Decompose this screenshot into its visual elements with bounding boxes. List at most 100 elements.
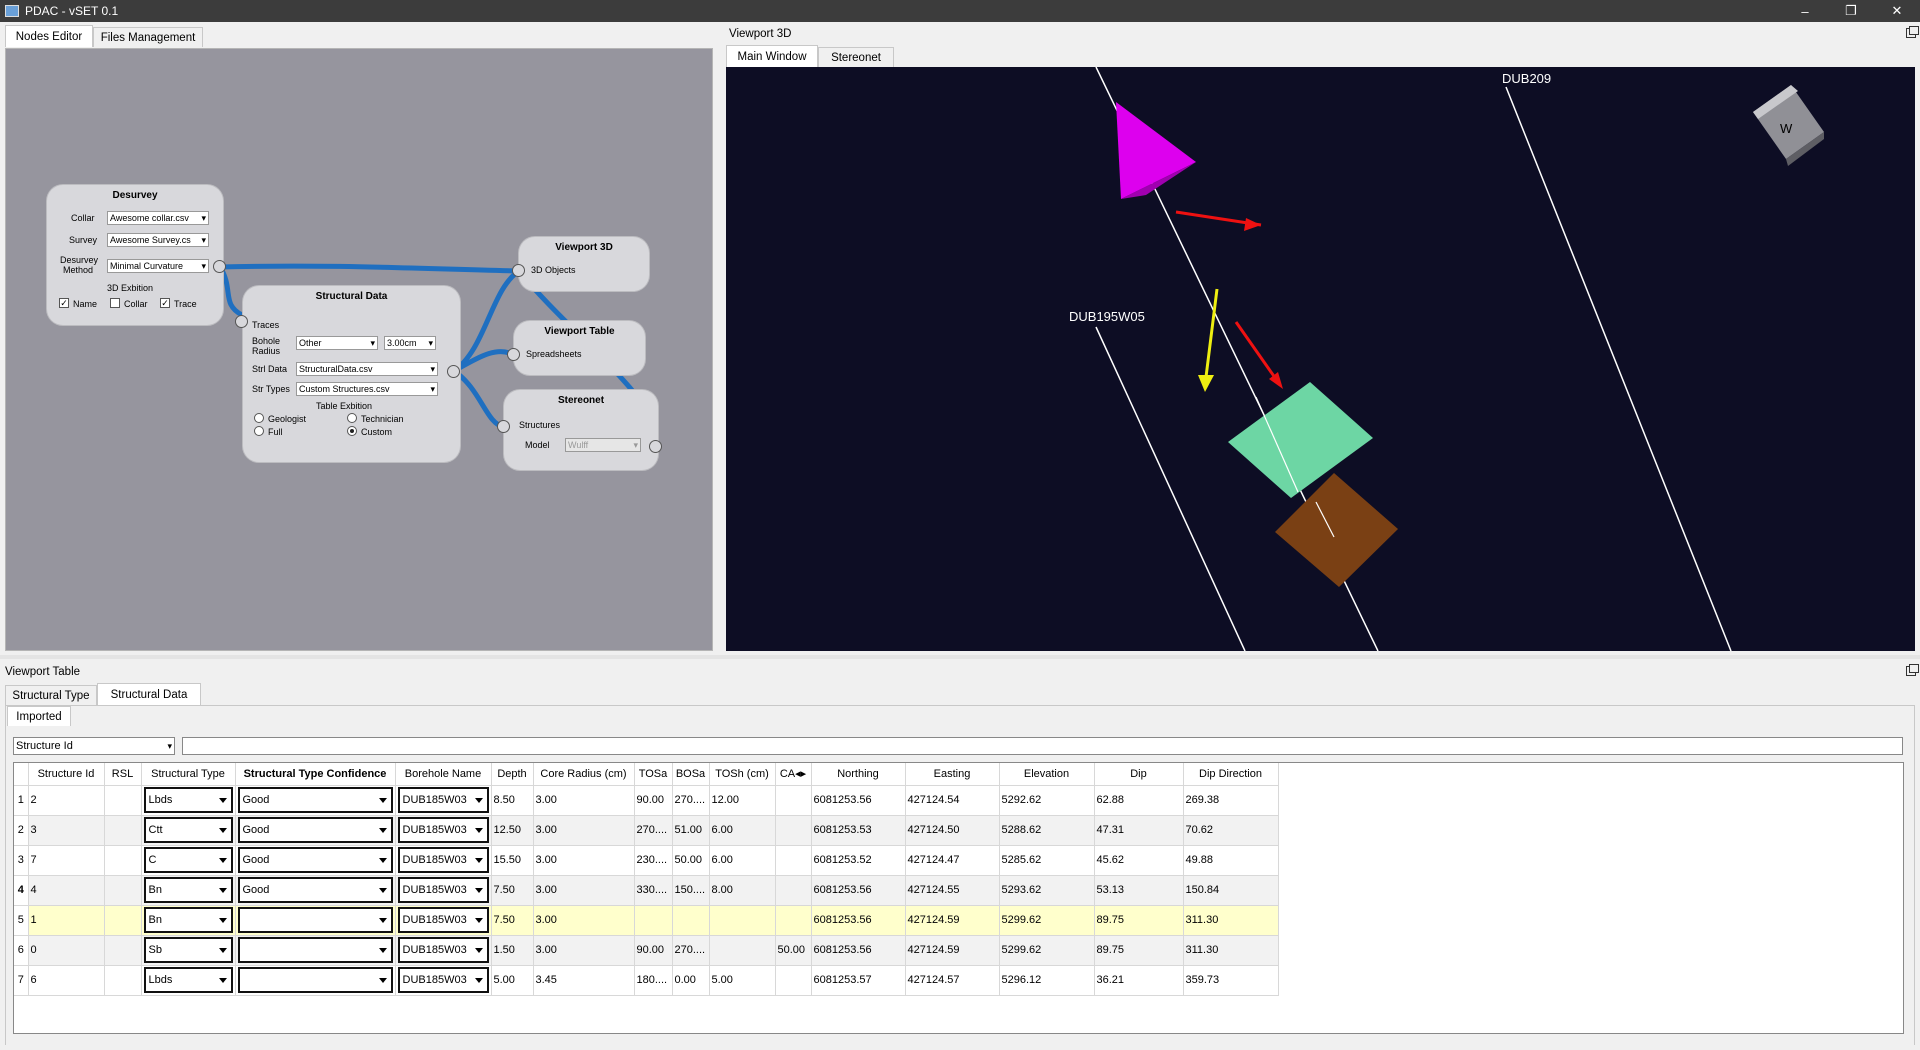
cell-tosh[interactable]: 8.00	[709, 875, 776, 906]
cell-northing[interactable]: 6081253.56	[811, 905, 906, 936]
cell-elevation[interactable]: 5285.62	[999, 845, 1095, 876]
col-header[interactable]: TOSa	[634, 763, 673, 786]
cell-rsl[interactable]	[104, 875, 142, 906]
custom-radio[interactable]	[347, 426, 357, 436]
borehole-radius-combo[interactable]: Other	[296, 336, 378, 350]
col-header[interactable]: Depth	[491, 763, 534, 786]
table-row-selected[interactable]: 5 1 Bn DUB185W03 7.50 3.00 6081253.56 42…	[14, 905, 1279, 936]
cell-dip-direction[interactable]: 70.62	[1183, 815, 1279, 846]
cell-depth[interactable]: 15.50	[491, 845, 534, 876]
cell-tosh[interactable]: 6.00	[709, 815, 776, 846]
table-row[interactable]: 1 2 Lbds Good DUB185W03 8.50 3.00 90.00 …	[14, 785, 1279, 816]
cell-structure-id[interactable]: 7	[28, 845, 105, 876]
cell-easting[interactable]: 427124.50	[905, 815, 1000, 846]
cell-bosa[interactable]: 51.00	[672, 815, 710, 846]
strl-data-combo[interactable]: StructuralData.csv	[296, 362, 438, 376]
cell-borehole-combo[interactable]: DUB185W03	[397, 817, 489, 843]
cell-dip-direction[interactable]: 311.30	[1183, 905, 1279, 936]
table-row[interactable]: 4 4 Bn Good DUB185W03 7.50 3.00 330.... …	[14, 875, 1279, 906]
cell-core-radius[interactable]: 3.00	[533, 875, 635, 906]
cell-dip[interactable]: 89.75	[1094, 905, 1184, 936]
tab-stereonet[interactable]: Stereonet	[818, 47, 894, 67]
col-header[interactable]: Elevation	[999, 763, 1095, 786]
cell-borehole-combo[interactable]: DUB185W03	[397, 787, 489, 813]
cell-tosa[interactable]: 90.00	[634, 785, 673, 816]
cell-rsl[interactable]	[104, 785, 142, 816]
cell-core-radius[interactable]: 3.00	[533, 815, 635, 846]
cell-structural-type-combo[interactable]: Lbds	[143, 787, 233, 813]
structural-traces-input-port[interactable]	[235, 315, 248, 328]
cell-elevation[interactable]: 5296.12	[999, 965, 1095, 996]
cell-tosh[interactable]: 6.00	[709, 845, 776, 876]
cell-rsl[interactable]	[104, 905, 142, 936]
stereonet-output-port[interactable]	[649, 440, 662, 453]
cell-borehole-combo[interactable]: DUB185W03	[397, 847, 489, 873]
col-header[interactable]: Structural Type	[141, 763, 236, 786]
structural-data-node[interactable]: Structural Data Traces Bohole Radius Oth…	[243, 286, 460, 462]
cell-dip-direction[interactable]: 311.30	[1183, 935, 1279, 966]
cell-dip[interactable]: 47.31	[1094, 815, 1184, 846]
cell-confidence-combo[interactable]: Good	[237, 817, 393, 843]
desurvey-node[interactable]: Desurvey Collar Awesome collar.csv Surve…	[47, 185, 223, 325]
cell-easting[interactable]: 427124.59	[905, 935, 1000, 966]
col-header[interactable]: Easting	[905, 763, 1000, 786]
cell-dip[interactable]: 36.21	[1094, 965, 1184, 996]
cell-depth[interactable]: 8.50	[491, 785, 534, 816]
cell-core-radius[interactable]: 3.00	[533, 785, 635, 816]
cell-bosa[interactable]	[672, 905, 710, 936]
col-header[interactable]: CA◂▸	[775, 763, 812, 786]
cell-elevation[interactable]: 5299.62	[999, 905, 1095, 936]
cell-ca[interactable]	[775, 965, 812, 996]
cell-dip[interactable]: 53.13	[1094, 875, 1184, 906]
cell-bosa[interactable]: 150....	[672, 875, 710, 906]
cell-ca[interactable]	[775, 905, 812, 936]
full-radio[interactable]	[254, 426, 264, 436]
viewport3d-node[interactable]: Viewport 3D 3D Objects	[519, 237, 649, 291]
close-button[interactable]: ✕	[1874, 0, 1920, 22]
cell-rsl[interactable]	[104, 965, 142, 996]
structural-output-port[interactable]	[447, 365, 460, 378]
cell-tosa[interactable]: 330....	[634, 875, 673, 906]
cell-tosa[interactable]	[634, 905, 673, 936]
cell-structure-id[interactable]: 6	[28, 965, 105, 996]
cell-northing[interactable]: 6081253.56	[811, 935, 906, 966]
minimize-button[interactable]: –	[1782, 0, 1828, 22]
cell-tosa[interactable]: 90.00	[634, 935, 673, 966]
table-row[interactable]: 6 0 Sb DUB185W03 1.50 3.00 90.00 270....…	[14, 935, 1279, 966]
filter-input[interactable]	[182, 737, 1903, 755]
cell-northing[interactable]: 6081253.56	[811, 875, 906, 906]
cell-core-radius[interactable]: 3.00	[533, 845, 635, 876]
collar-checkbox[interactable]	[110, 298, 120, 308]
col-header[interactable]: BOSa	[672, 763, 710, 786]
trace-checkbox[interactable]: ✓	[160, 298, 170, 308]
cell-structural-type-combo[interactable]: Bn	[143, 907, 233, 933]
col-header[interactable]: Borehole Name	[395, 763, 492, 786]
viewport-table-input-port[interactable]	[507, 348, 520, 361]
cell-rsl[interactable]	[104, 935, 142, 966]
cell-tosh[interactable]: 5.00	[709, 965, 776, 996]
cell-tosa[interactable]: 230....	[634, 845, 673, 876]
cell-depth[interactable]: 7.50	[491, 875, 534, 906]
cell-structure-id[interactable]: 2	[28, 785, 105, 816]
cell-bosa[interactable]: 0.00	[672, 965, 710, 996]
cell-ca[interactable]	[775, 875, 812, 906]
cell-easting[interactable]: 427124.57	[905, 965, 1000, 996]
cell-northing[interactable]: 6081253.57	[811, 965, 906, 996]
col-header[interactable]: Dip Direction	[1183, 763, 1279, 786]
cell-borehole-combo[interactable]: DUB185W03	[397, 937, 489, 963]
cell-elevation[interactable]: 5292.62	[999, 785, 1095, 816]
cell-depth[interactable]: 1.50	[491, 935, 534, 966]
viewport3d-input-port[interactable]	[512, 264, 525, 277]
cell-tosh[interactable]: 12.00	[709, 785, 776, 816]
cell-dip-direction[interactable]: 359.73	[1183, 965, 1279, 996]
cell-elevation[interactable]: 5293.62	[999, 875, 1095, 906]
cell-confidence-combo[interactable]: Good	[237, 787, 393, 813]
splitter[interactable]	[0, 655, 1920, 659]
tab-main-window[interactable]: Main Window	[726, 45, 818, 67]
cell-tosa[interactable]: 180....	[634, 965, 673, 996]
table-row[interactable]: 7 6 Lbds DUB185W03 5.00 3.45 180.... 0.0…	[14, 965, 1279, 996]
cell-tosa[interactable]: 270....	[634, 815, 673, 846]
cell-core-radius[interactable]: 3.00	[533, 905, 635, 936]
cell-depth[interactable]: 12.50	[491, 815, 534, 846]
cell-northing[interactable]: 6081253.52	[811, 845, 906, 876]
